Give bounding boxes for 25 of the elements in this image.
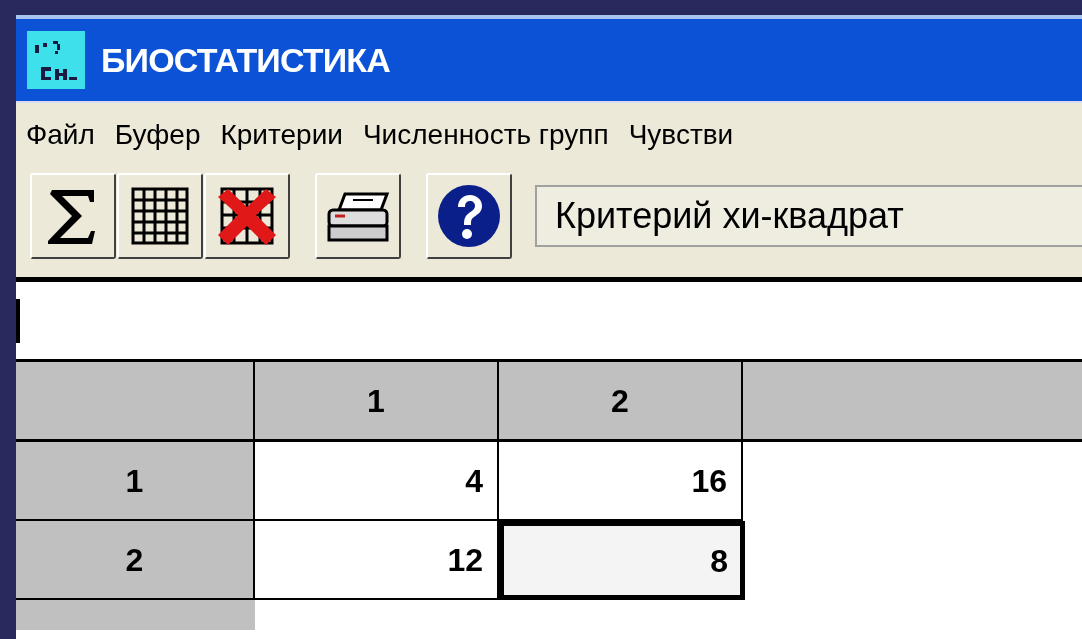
criterion-select[interactable]: Критерий хи-квадрат: [535, 185, 1082, 247]
toolbar-button[interactable]: [426, 173, 512, 259]
menu-item[interactable]: Чувстви: [628, 114, 734, 156]
toolbar-button[interactable]: [204, 173, 290, 259]
table-cell[interactable]: 8: [499, 521, 745, 600]
toolbar-button[interactable]: [117, 173, 203, 259]
printer-icon: [325, 190, 391, 242]
help-icon: [436, 183, 502, 249]
grid-icon: [131, 187, 189, 245]
table-cell[interactable]: 12: [255, 521, 499, 600]
row-header: 1: [16, 442, 255, 521]
toolbar-button[interactable]: [30, 173, 116, 259]
menu-item[interactable]: Файл: [26, 114, 95, 156]
menu-item[interactable]: Критерии: [220, 114, 343, 156]
column-header: 2: [499, 362, 743, 439]
app-icon: [27, 31, 85, 89]
toolbar-button[interactable]: [315, 173, 401, 259]
column-header: 1: [255, 362, 499, 439]
sigma-icon: [48, 188, 98, 244]
table-cell[interactable]: 16: [499, 442, 743, 521]
row-header: 2: [16, 521, 255, 600]
window-title: БИОСТАТИСТИКА: [101, 39, 390, 81]
table-cell[interactable]: 4: [255, 442, 499, 521]
menu-item[interactable]: Буфер: [114, 114, 201, 156]
menu-item[interactable]: Численность групп: [362, 114, 609, 156]
